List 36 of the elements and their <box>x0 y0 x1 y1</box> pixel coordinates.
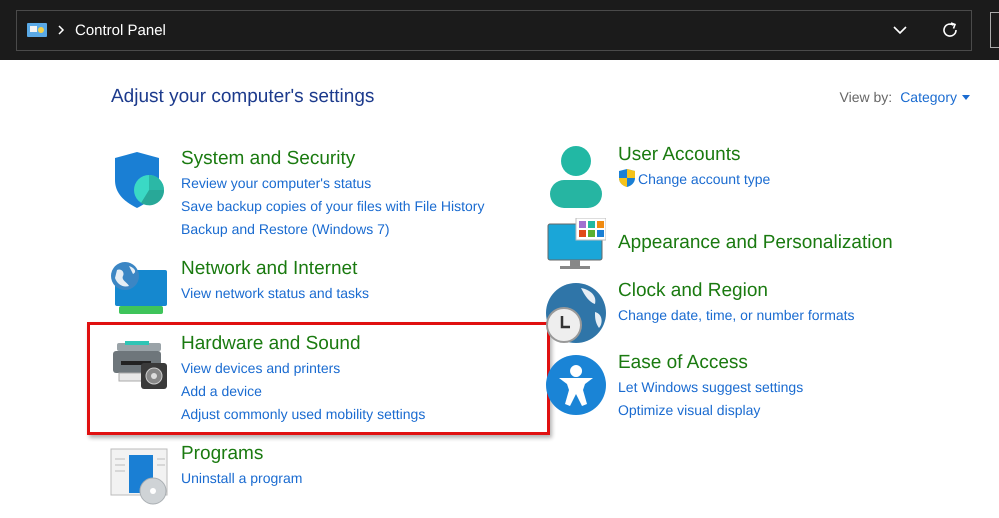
task-link[interactable]: View network status and tasks <box>181 282 370 305</box>
category-link[interactable]: Appearance and Personalization <box>618 230 970 256</box>
shield-icon <box>618 168 636 188</box>
accessibility-icon <box>545 354 607 416</box>
task-link[interactable]: Optimize visual display <box>618 399 760 422</box>
category-link[interactable]: Programs <box>181 441 544 467</box>
globe-monitor-icon <box>109 260 169 316</box>
task-link[interactable]: Let Windows suggest settings <box>618 376 804 399</box>
refresh-icon[interactable] <box>941 21 959 39</box>
page-heading: Adjust your computer's settings <box>111 86 374 108</box>
control-panel-icon <box>27 22 47 38</box>
task-link[interactable]: Backup and Restore (Windows 7) <box>181 218 390 241</box>
task-link[interactable]: Change date, time, or number formats <box>618 304 855 327</box>
category-link[interactable]: System and Security <box>181 146 544 172</box>
task-link[interactable]: Add a device <box>181 380 262 403</box>
task-link[interactable]: Save backup copies of your files with File History <box>181 195 484 218</box>
category-link[interactable]: Clock and Region <box>618 278 970 304</box>
category-link[interactable]: Ease of Access <box>618 350 970 376</box>
chevron-down-icon[interactable] <box>893 25 907 35</box>
task-link[interactable]: Review your computer's status <box>181 172 372 195</box>
task-link[interactable]: Change account type <box>618 168 770 191</box>
task-link[interactable]: View devices and printers <box>181 357 340 380</box>
panel-edge <box>990 12 999 48</box>
address-bar[interactable]: Control Panel <box>16 10 972 50</box>
category-link[interactable]: Hardware and Sound <box>181 331 544 357</box>
person-icon <box>548 146 604 208</box>
category-link[interactable]: User Accounts <box>618 142 970 168</box>
caret-icon <box>962 94 970 100</box>
task-link[interactable]: Adjust commonly used mobility settings <box>181 403 426 426</box>
category-link[interactable]: Network and Internet <box>181 256 544 282</box>
view-by-label: View by: <box>840 89 892 105</box>
task-link[interactable]: Uninstall a program <box>181 467 302 490</box>
monitor-tiles-icon <box>546 218 606 272</box>
view-by-dropdown[interactable]: Category <box>900 89 970 105</box>
chevron-right-icon <box>57 25 65 35</box>
globe-clock-icon <box>545 282 607 344</box>
